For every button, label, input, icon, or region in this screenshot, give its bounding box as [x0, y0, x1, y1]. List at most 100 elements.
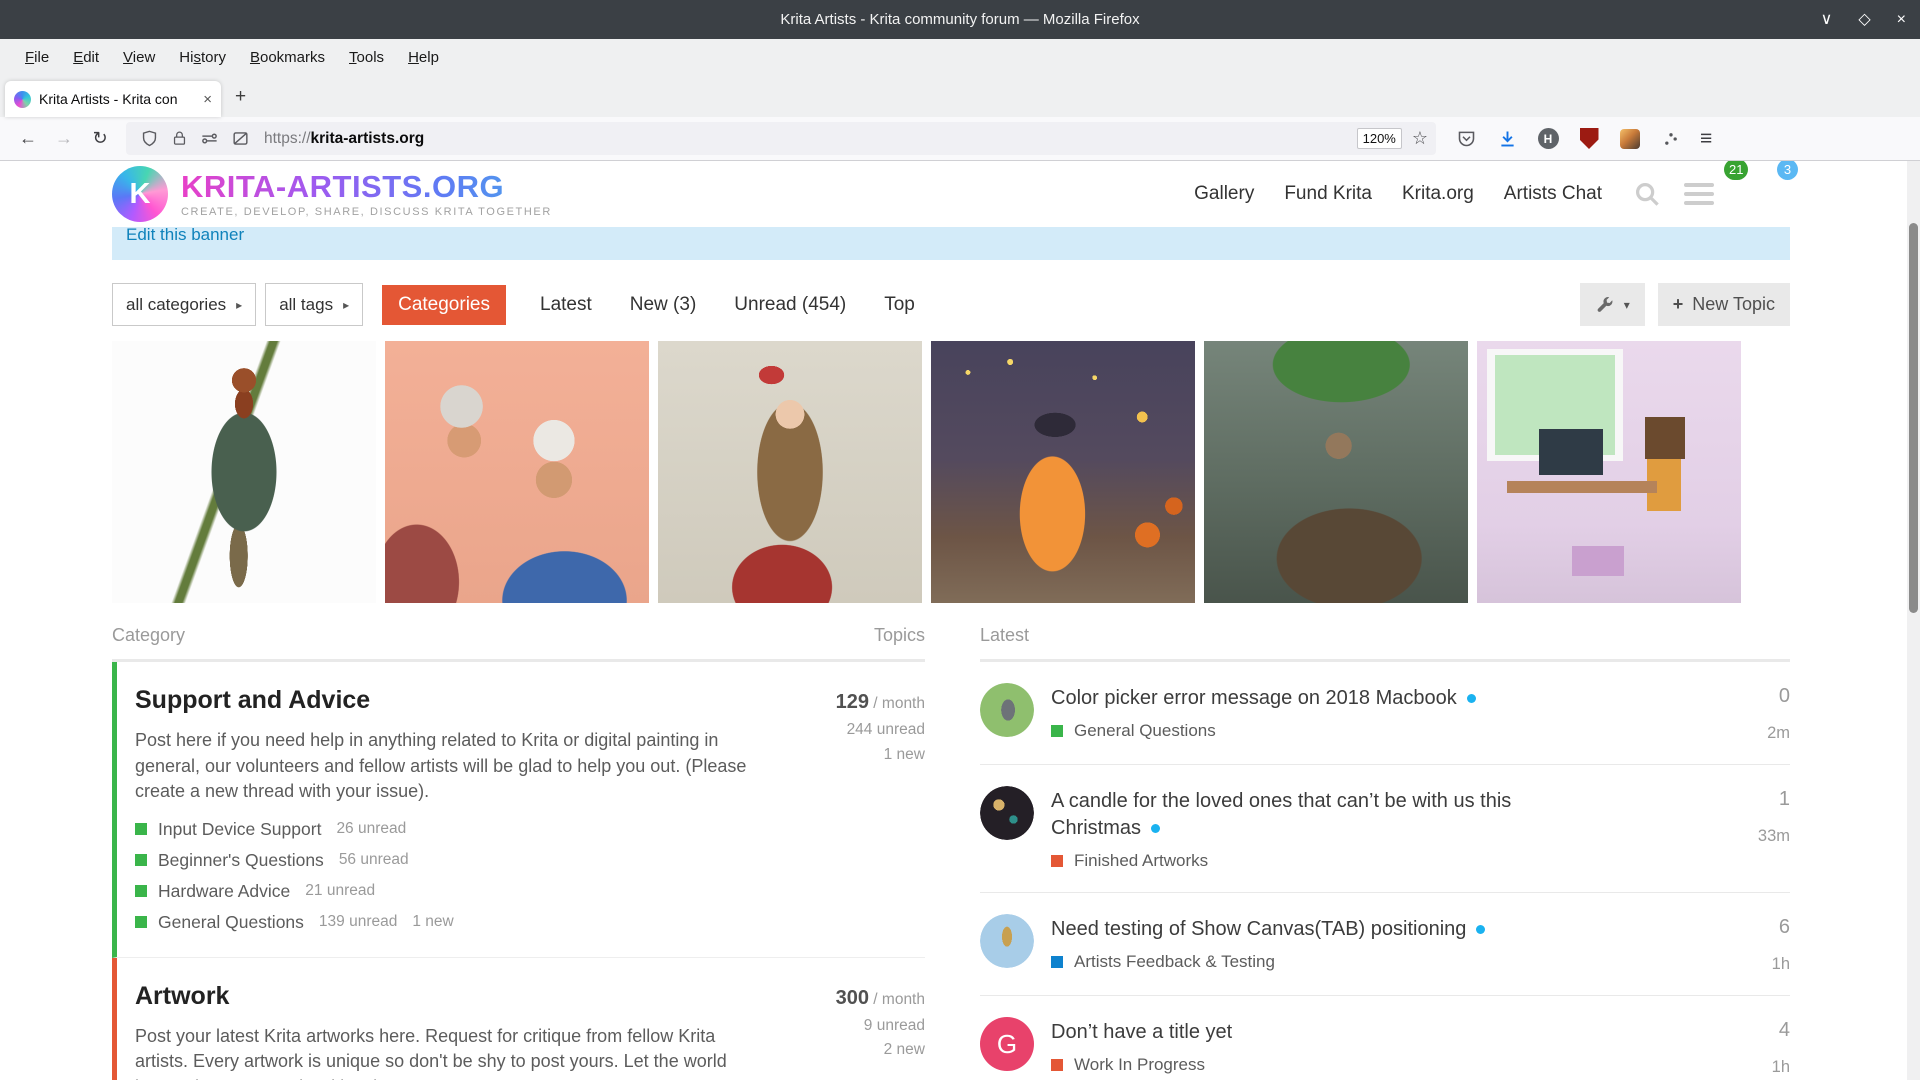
search-icon[interactable]	[1632, 179, 1662, 209]
category-title[interactable]: Artwork	[135, 982, 760, 1011]
nav-fund-krita[interactable]: Fund Krita	[1284, 183, 1372, 205]
topic-category[interactable]: Work In Progress	[1051, 1055, 1728, 1075]
menu-history[interactable]: History	[168, 44, 237, 71]
gallery-image-6[interactable]	[1477, 341, 1741, 603]
extension-animal-icon[interactable]	[1618, 127, 1642, 151]
ublock-shield-icon[interactable]	[1577, 127, 1601, 151]
window-title: Krita Artists - Krita community forum — …	[780, 11, 1140, 28]
categories-dropdown[interactable]: all categories ▸	[112, 283, 257, 326]
user-avatar[interactable]: 21 3	[1724, 161, 1798, 221]
menu-bookmarks[interactable]: Bookmarks	[239, 44, 336, 71]
topic-row[interactable]: A candle for the loved ones that can’t b…	[980, 765, 1790, 893]
back-icon[interactable]: ←	[10, 128, 46, 149]
notification-badge-blue[interactable]: 3	[1777, 161, 1798, 180]
caret-right-icon: ▸	[236, 297, 243, 312]
gallery-image-1[interactable]	[112, 341, 376, 603]
gallery-image-2[interactable]	[385, 341, 649, 603]
tags-dropdown[interactable]: all tags ▸	[265, 283, 364, 326]
caret-down-icon: ▾	[1623, 297, 1630, 312]
tab-latest[interactable]: Latest	[540, 294, 592, 316]
krita-logo-icon: K	[112, 166, 168, 222]
latest-column-header: Latest	[980, 625, 1030, 645]
topic-category[interactable]: Artists Feedback & Testing	[1051, 952, 1728, 972]
tab-categories[interactable]: Categories	[382, 284, 506, 325]
app-menu-icon[interactable]: ≡	[1700, 127, 1712, 151]
page-scrollbar[interactable]	[1907, 161, 1920, 1080]
close-icon[interactable]: ×	[1897, 11, 1906, 28]
topic-title[interactable]: Need testing of Show Canvas(TAB) positio…	[1051, 916, 1541, 943]
topic-avatar[interactable]	[980, 914, 1034, 968]
menu-file[interactable]: File	[14, 44, 60, 71]
reply-count: 0	[1778, 685, 1790, 707]
browser-tab[interactable]: Krita Artists - Krita con ×	[5, 81, 221, 117]
nav-krita-org[interactable]: Krita.org	[1402, 183, 1474, 205]
category-color-square	[1051, 725, 1063, 737]
pocket-icon[interactable]	[1454, 127, 1478, 151]
reply-count: 6	[1778, 916, 1790, 938]
tab-top[interactable]: Top	[884, 294, 915, 316]
lock-icon[interactable]	[171, 129, 188, 148]
topic-avatar[interactable]	[980, 786, 1034, 840]
blocked-content-icon[interactable]	[231, 129, 250, 148]
topic-title[interactable]: A candle for the loved ones that can’t b…	[1051, 788, 1541, 842]
gallery-image-3[interactable]	[658, 341, 922, 603]
topic-title[interactable]: Don’t have a title yet	[1051, 1019, 1541, 1046]
topic-row[interactable]: Color picker error message on 2018 Macbo…	[980, 662, 1790, 765]
site-banner: Edit this banner	[112, 227, 1790, 260]
topic-time: 2m	[1767, 724, 1790, 742]
wrench-icon	[1597, 296, 1613, 312]
topic-avatar[interactable]	[980, 683, 1034, 737]
admin-wrench-button[interactable]: ▾	[1579, 283, 1645, 326]
scrollbar-thumb[interactable]	[1909, 223, 1918, 613]
menu-help[interactable]: Help	[397, 44, 450, 71]
topic-title[interactable]: Color picker error message on 2018 Macbo…	[1051, 685, 1541, 712]
hamburger-icon[interactable]	[1684, 178, 1714, 210]
edit-banner-link[interactable]: Edit this banner	[126, 227, 244, 245]
topic-category[interactable]: Finished Artworks	[1051, 851, 1728, 871]
url-bar[interactable]: https://krita-artists.org 120% ☆	[126, 122, 1436, 155]
permissions-icon[interactable]	[200, 129, 219, 148]
extension-h-icon[interactable]: H	[1536, 127, 1560, 151]
subcategory-beginners-questions[interactable]: Beginner's Questions 56 unread	[135, 850, 760, 871]
zoom-level-badge[interactable]: 120%	[1356, 128, 1402, 149]
category-title[interactable]: Support and Advice	[135, 686, 760, 715]
notification-badge-green[interactable]: 21	[1724, 161, 1749, 180]
tab-unread[interactable]: Unread (454)	[734, 294, 846, 316]
new-tab-button[interactable]: +	[221, 86, 260, 108]
featured-gallery	[112, 341, 1790, 603]
topic-row[interactable]: G Don’t have a title yet Work In Progres…	[980, 996, 1790, 1080]
subcategory-input-device-support[interactable]: Input Device Support 26 unread	[135, 819, 760, 840]
category-stats: 129 / month 244 unread 1 new	[835, 691, 925, 763]
tab-close-icon[interactable]: ×	[203, 91, 212, 108]
topic-category[interactable]: General Questions	[1051, 721, 1728, 741]
menu-edit[interactable]: Edit	[62, 44, 110, 71]
reload-icon[interactable]: ↻	[82, 128, 118, 149]
site-logo[interactable]: K KRITA-ARTISTS.ORG CREATE, DEVELOP, SHA…	[112, 166, 552, 222]
nav-artists-chat[interactable]: Artists Chat	[1504, 183, 1602, 205]
shield-icon[interactable]	[140, 129, 159, 148]
forward-icon[interactable]: →	[46, 128, 82, 149]
minimize-icon[interactable]: ∨	[1821, 11, 1833, 28]
maximize-icon[interactable]: ◇	[1858, 11, 1870, 28]
bookmark-star-icon[interactable]: ☆	[1412, 128, 1428, 149]
plus-icon: +	[1672, 294, 1684, 314]
category-description: Post here if you need help in anything r…	[135, 730, 747, 802]
topic-time: 1h	[1771, 955, 1790, 973]
subcategory-general-questions[interactable]: General Questions 139 unread 1 new	[135, 912, 760, 933]
nav-gallery[interactable]: Gallery	[1194, 183, 1254, 205]
gallery-image-5[interactable]	[1204, 341, 1468, 603]
tab-new[interactable]: New (3)	[630, 294, 697, 316]
menu-tools[interactable]: Tools	[338, 44, 395, 71]
window-titlebar: Krita Artists - Krita community forum — …	[0, 0, 1920, 39]
extension-dots-icon[interactable]	[1659, 127, 1683, 151]
gallery-image-4[interactable]	[931, 341, 1195, 603]
category-color-square	[1051, 855, 1063, 867]
category-color-square	[135, 823, 147, 836]
topic-avatar[interactable]: G	[980, 1017, 1034, 1071]
new-topic-button[interactable]: + New Topic	[1657, 283, 1790, 326]
subcategory-hardware-advice[interactable]: Hardware Advice 21 unread	[135, 881, 760, 902]
topic-row[interactable]: Need testing of Show Canvas(TAB) positio…	[980, 893, 1790, 996]
downloads-icon[interactable]	[1495, 127, 1519, 151]
topics-column-header: Topics	[873, 625, 925, 645]
menu-view[interactable]: View	[112, 44, 166, 71]
